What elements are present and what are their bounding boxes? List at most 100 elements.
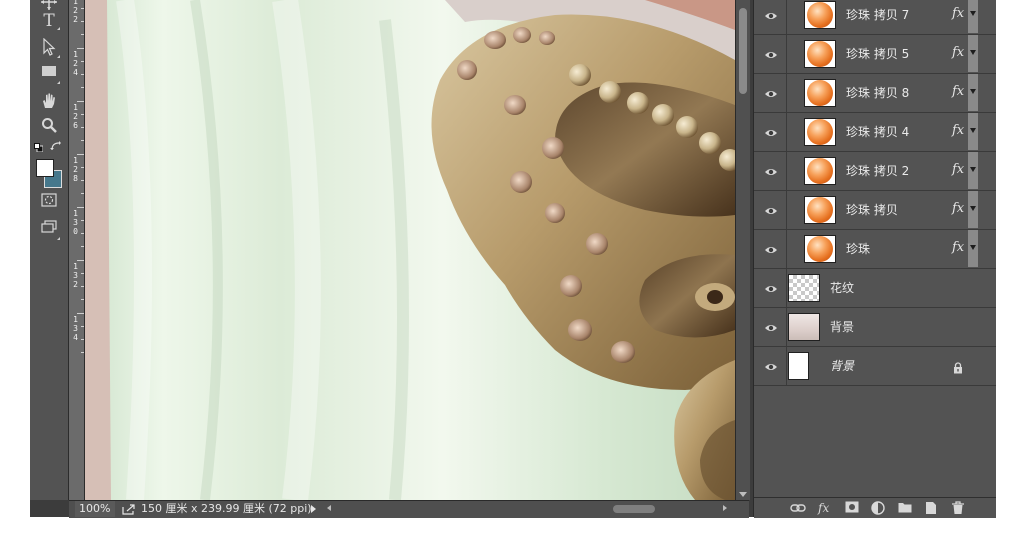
layer-thumbnail xyxy=(804,235,836,263)
vertical-scroll-thumb[interactable] xyxy=(739,8,747,94)
ruler-tick xyxy=(81,273,84,274)
effects-toggle-icon[interactable] xyxy=(968,35,978,72)
quick-mask-mode[interactable] xyxy=(37,193,61,215)
layer-row[interactable]: 背景 xyxy=(754,347,996,386)
visibility-eye-icon[interactable] xyxy=(764,242,778,256)
new-layer-button[interactable] xyxy=(924,501,940,515)
layer-row[interactable]: 花纹 xyxy=(754,269,996,308)
status-menu-arrow-icon[interactable] xyxy=(311,505,316,513)
foreground-color-swatch[interactable] xyxy=(36,159,54,177)
layer-row[interactable]: 珍珠 fx xyxy=(754,230,996,269)
ruler-tick xyxy=(77,154,84,155)
layer-name: 珍珠 xyxy=(846,242,871,256)
fx-icon[interactable]: fx xyxy=(952,6,964,21)
layer-row[interactable]: 珍珠 拷贝 5 fx xyxy=(754,35,996,74)
visibility-eye-icon[interactable] xyxy=(764,164,778,178)
rectangle-tool[interactable] xyxy=(37,64,61,86)
fx-icon[interactable]: fx xyxy=(952,84,964,99)
fx-icon[interactable]: fx xyxy=(952,201,964,216)
swap-colors-icon[interactable] xyxy=(50,141,61,152)
document-canvas[interactable] xyxy=(85,0,735,500)
ruler-tick xyxy=(77,207,84,208)
horizontal-scrollbar[interactable] xyxy=(323,502,731,516)
zoom-tool[interactable] xyxy=(37,117,61,139)
ruler-label: 8 xyxy=(73,174,78,183)
effects-toggle-icon[interactable] xyxy=(968,230,978,267)
pearl-thumbnail-image xyxy=(807,2,833,28)
layer-name: 珍珠 拷贝 4 xyxy=(846,125,910,139)
visibility-eye-icon[interactable] xyxy=(764,320,778,334)
layer-divider xyxy=(786,35,787,73)
zoom-level-field[interactable]: 100% xyxy=(75,501,115,517)
layer-name: 珍珠 拷贝 5 xyxy=(846,47,910,61)
pearl-thumbnail-image xyxy=(807,197,833,223)
layer-name: 珍珠 拷贝 7 xyxy=(846,8,910,22)
layer-divider xyxy=(786,230,787,268)
layer-row[interactable]: 珍珠 拷贝 4 fx xyxy=(754,113,996,152)
lock-icon xyxy=(953,359,963,374)
text-tool[interactable]: T xyxy=(37,10,61,32)
layer-name: 珍珠 拷贝 xyxy=(846,203,898,217)
layer-style-button[interactable]: fx xyxy=(818,501,834,515)
ruler-tick xyxy=(81,140,84,141)
default-colors-icon[interactable] xyxy=(34,143,43,152)
export-icon[interactable] xyxy=(122,504,136,515)
layer-row[interactable]: 珍珠 拷贝 fx xyxy=(754,191,996,230)
fx-icon[interactable]: fx xyxy=(952,45,964,60)
ruler-tick xyxy=(81,8,84,9)
scroll-left-arrow-icon[interactable] xyxy=(327,505,331,511)
ruler-tick xyxy=(81,127,84,128)
arrow-pointer-icon xyxy=(43,38,56,56)
effects-toggle-icon[interactable] xyxy=(968,113,978,150)
layer-divider xyxy=(786,74,787,112)
ruler-tick xyxy=(81,233,84,234)
fx-icon[interactable]: fx xyxy=(952,162,964,177)
ruler-label: 2 xyxy=(73,15,78,24)
effects-toggle-icon[interactable] xyxy=(968,74,978,111)
pearl-thumbnail-image xyxy=(807,158,833,184)
tools-panel: T xyxy=(30,0,69,500)
layer-row[interactable]: 珍珠 拷贝 2 fx xyxy=(754,152,996,191)
layer-divider xyxy=(786,152,787,190)
visibility-eye-icon[interactable] xyxy=(764,281,778,295)
vertical-scrollbar[interactable] xyxy=(735,0,750,500)
visibility-eye-icon[interactable] xyxy=(764,86,778,100)
screen-mode[interactable] xyxy=(37,220,61,242)
scroll-right-arrow-icon[interactable] xyxy=(723,505,727,511)
ruler-label: 1 xyxy=(73,103,78,112)
pearl-thumbnail-image xyxy=(807,236,833,262)
visibility-eye-icon[interactable] xyxy=(764,203,778,217)
adjustment-layer-button[interactable] xyxy=(871,501,887,515)
ruler-label: 4 xyxy=(73,333,78,342)
layers-panel-footer: fx xyxy=(754,497,996,518)
horizontal-scroll-thumb[interactable] xyxy=(613,505,655,513)
visibility-eye-icon[interactable] xyxy=(764,47,778,61)
layer-thumbnail xyxy=(804,157,836,185)
artwork-image xyxy=(85,0,735,500)
visibility-eye-icon[interactable] xyxy=(764,125,778,139)
status-bar: 100% 150 厘米 x 239.99 厘米 (72 ppi) xyxy=(69,500,749,518)
ruler-label: 3 xyxy=(73,271,78,280)
layer-thumbnail xyxy=(788,313,820,341)
add-mask-button[interactable] xyxy=(845,501,861,515)
scroll-down-arrow-icon[interactable] xyxy=(739,492,747,497)
fx-icon[interactable]: fx xyxy=(952,123,964,138)
layer-row[interactable]: 背景 xyxy=(754,308,996,347)
fx-icon[interactable]: fx xyxy=(952,240,964,255)
visibility-eye-icon[interactable] xyxy=(764,8,778,22)
effects-toggle-icon[interactable] xyxy=(968,0,978,33)
delete-layer-button[interactable] xyxy=(951,501,967,515)
path-selection-tool[interactable] xyxy=(37,38,61,60)
link-icon xyxy=(790,504,806,512)
hand-tool[interactable] xyxy=(37,92,61,114)
photoshop-window: T 120122124126128130132134 xyxy=(30,0,996,518)
effects-toggle-icon[interactable] xyxy=(968,191,978,228)
ruler-tick xyxy=(81,352,84,353)
visibility-eye-icon[interactable] xyxy=(764,359,778,373)
layer-row[interactable]: 珍珠 拷贝 8 fx xyxy=(754,74,996,113)
layer-row[interactable]: 珍珠 拷贝 7 fx xyxy=(754,0,996,35)
ruler-label: 3 xyxy=(73,324,78,333)
new-group-button[interactable] xyxy=(898,501,914,515)
effects-toggle-icon[interactable] xyxy=(968,152,978,189)
link-layers-button[interactable] xyxy=(790,501,806,515)
